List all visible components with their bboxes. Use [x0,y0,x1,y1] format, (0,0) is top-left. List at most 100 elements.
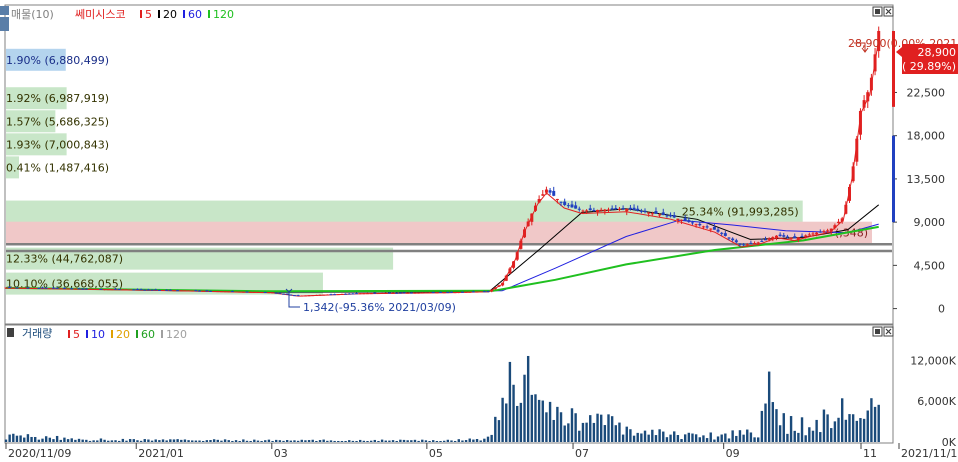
volume-bar [702,435,705,442]
volume-bar [665,437,669,442]
candle-body [398,292,402,294]
candle-body [216,291,220,293]
candle-body [62,287,66,289]
candle-body [402,292,406,294]
candle-body [760,240,764,242]
volume-bar [147,439,150,442]
candle-body [263,292,267,294]
volume-bar [654,435,658,442]
candle-body [51,287,55,289]
volume-bar [198,440,201,442]
volume-bar [55,435,59,442]
date-tick-label: 11 [863,447,877,460]
candle-body [847,186,851,201]
volume-bar [96,440,99,442]
volume-bar [333,440,336,442]
volume-bar [267,439,271,442]
volume-bar [552,419,555,442]
candle-body [395,292,399,294]
candle-body [351,293,355,295]
volume-profile-label: 1.90% (6,880,499) [6,54,109,67]
volume-bar [355,440,358,442]
volume-bar [223,439,227,442]
volume-bar [778,425,782,442]
volume-bar [150,440,154,442]
candle-body [632,207,636,211]
maximize-icon[interactable] [872,6,883,17]
candle-body [800,235,804,237]
toggle-icon[interactable] [0,6,9,15]
candle-body [439,291,443,293]
volume-close-icon[interactable] [883,326,894,337]
volume-bar [727,438,731,442]
close-icon[interactable] [883,6,894,17]
volume-bar [121,438,125,442]
volume-bar [37,439,41,442]
ma-legend-label: 5 [145,8,152,21]
candle-body [486,291,490,293]
candle-body [749,242,753,244]
volume-bar [282,440,285,442]
volume-bar [322,439,325,442]
candle-body [234,291,238,293]
candle-body [311,295,315,297]
volume-bar [563,425,566,442]
candle-body [818,231,822,233]
candle-body [767,238,771,240]
candle-body [329,294,333,296]
candle-body [70,288,74,290]
candle-body [793,236,797,239]
candle-body [720,232,724,234]
candle-body [665,215,669,217]
volume-bar [691,433,694,442]
candle-body [376,293,380,295]
candle-body [672,215,676,218]
candle-body [92,288,96,290]
volume-bar [366,440,369,442]
volume-bar [260,440,263,442]
volume-bar [231,440,234,442]
date-tick-label: 03 [274,447,288,460]
candle-body [716,229,720,232]
volume-toggle-icon[interactable] [7,328,14,337]
candle-body [409,292,413,294]
volume-maximize-icon[interactable] [872,326,883,337]
volume-bar [830,428,833,442]
candle-body [387,292,391,294]
volume-bar [132,439,136,442]
volume-bar [789,416,793,442]
candle-body [81,288,85,290]
volume-bar [249,440,252,442]
volume-bar [318,440,322,442]
overlay-label[interactable]: 매물(10) [11,8,54,21]
volume-ma-legend-label: 10 [91,328,105,341]
volume-ma-legend-swatch [161,330,163,338]
candle-body [41,287,45,289]
scroll-handle-icon[interactable] [0,17,9,31]
volume-bar [490,434,493,442]
candle-body [570,204,574,208]
volume-bar [44,436,48,442]
volume-bar [851,414,855,442]
candle-body [858,110,862,135]
volume-bar [12,433,15,442]
candle-body [548,190,552,193]
volume-bar [472,439,475,442]
candle-body [530,213,534,222]
volume-bar [662,431,665,442]
volume-bar [41,438,44,442]
candle-body [647,212,651,214]
volume-ma-legend-swatch [68,330,70,338]
low-annotation: 1,342(-95.36% 2021/03/09) [303,301,456,314]
candle-body [519,240,523,249]
ma-legend-swatch [208,10,210,18]
candle-body [844,204,848,214]
volume-bar [567,423,570,442]
volume-bar [479,440,482,442]
volume-bar [59,439,62,442]
volume-bar [603,425,607,442]
volume-bar [296,440,300,442]
candle-body [453,292,457,294]
volume-bar [242,439,245,442]
volume-bar [161,439,165,442]
